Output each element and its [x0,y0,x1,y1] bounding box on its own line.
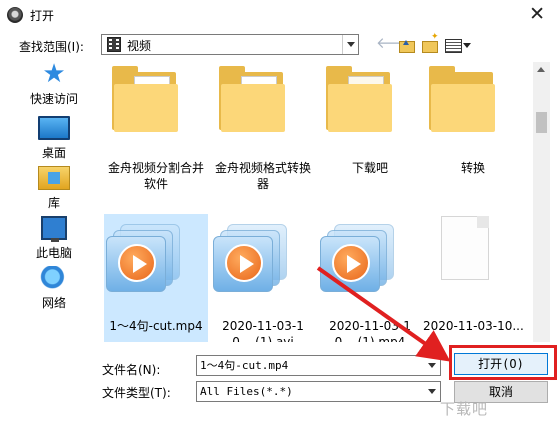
chevron-down-icon[interactable] [424,382,440,401]
place-desktop[interactable]: 桌面 [14,116,94,164]
file-name: 2020-11-03-10... (1).mp4 [329,319,411,342]
video-file-icon [213,224,291,294]
filetype-label: 文件类型(T): [102,386,171,400]
file-list: 金舟视频分割合并软件 金舟视频格式转换器 下载吧 转换 1～4句-cut.mp4 [101,62,547,342]
place-label: 快速访问 [29,92,78,106]
place-libraries[interactable]: 库 [14,166,94,214]
place-label: 库 [47,196,60,210]
file-item-folder[interactable]: 金舟视频分割合并软件 [104,62,208,191]
place-quick-access[interactable]: ★ 快速访问 [14,59,94,110]
filename-input[interactable]: 1～4句-cut.mp4 [196,355,441,376]
file-item-video[interactable]: 2020-11-03-10... (1).mp4 [318,214,422,342]
place-this-pc[interactable]: 此电脑 [14,216,94,264]
video-file-icon [106,224,184,294]
folder-icon [219,66,285,132]
file-name: 转换 [460,161,485,175]
file-item-video[interactable]: 2020-11-03-10... (1).avi [211,214,315,342]
close-icon[interactable]: ✕ [529,3,545,25]
scroll-up-icon[interactable] [537,67,545,72]
file-name: 2020-11-03-10... (1).avi [222,319,304,342]
up-folder-icon[interactable] [398,36,415,54]
lookin-label: 查找范围(I): [19,40,84,54]
desktop-icon [38,116,70,140]
video-file-icon [320,224,398,294]
folder-icon [112,66,178,132]
vertical-scrollbar[interactable] [533,62,550,342]
view-menu-icon[interactable] [445,36,473,54]
lookin-value: 视频 [127,39,152,53]
title-bar: 打开 ✕ [0,0,557,30]
filetype-dropdown[interactable]: All Files(*.*) [196,381,441,402]
file-name: 2020-11-03-10... [423,319,523,333]
file-name: 1～4句-cut.mp4 [109,319,203,333]
this-pc-icon [41,216,67,242]
place-label: 此电脑 [35,246,72,260]
file-name: 金舟视频格式转换器 [214,161,311,191]
filetype-value: All Files(*.*) [200,385,293,398]
video-folder-icon [107,37,121,52]
folder-icon [326,66,392,132]
quick-access-icon: ★ [42,59,66,89]
network-icon [38,266,70,290]
place-label: 网络 [41,296,66,310]
back-arrow-icon[interactable] [376,33,416,54]
file-name: 下载吧 [351,161,388,175]
file-item-video-selected[interactable]: 1～4句-cut.mp4 [104,214,208,342]
place-label: 桌面 [41,146,66,160]
open-button[interactable]: 打开(O) [454,353,548,375]
lookin-dropdown[interactable]: 视频 [101,34,359,55]
filename-value: 1～4句-cut.mp4 [200,359,289,372]
chevron-down-icon[interactable] [342,35,358,54]
new-folder-icon[interactable] [421,32,439,54]
window-title: 打开 [30,9,55,23]
filename-label: 文件名(N): [102,363,161,377]
file-item-blank[interactable]: 2020-11-03-10... [421,214,525,342]
libraries-icon [38,166,70,190]
file-item-folder[interactable]: 金舟视频格式转换器 [211,62,315,191]
place-network[interactable]: 网络 [14,266,94,314]
chevron-down-icon[interactable] [424,356,440,375]
watermark: 下载吧 [440,400,489,418]
scrollbar-thumb[interactable] [536,112,547,133]
blank-file-icon [441,216,489,280]
file-item-folder[interactable]: 转换 [421,62,525,190]
app-icon [7,7,23,23]
file-item-folder[interactable]: 下载吧 [318,62,422,190]
folder-icon [429,66,495,132]
file-name: 金舟视频分割合并软件 [107,161,204,191]
